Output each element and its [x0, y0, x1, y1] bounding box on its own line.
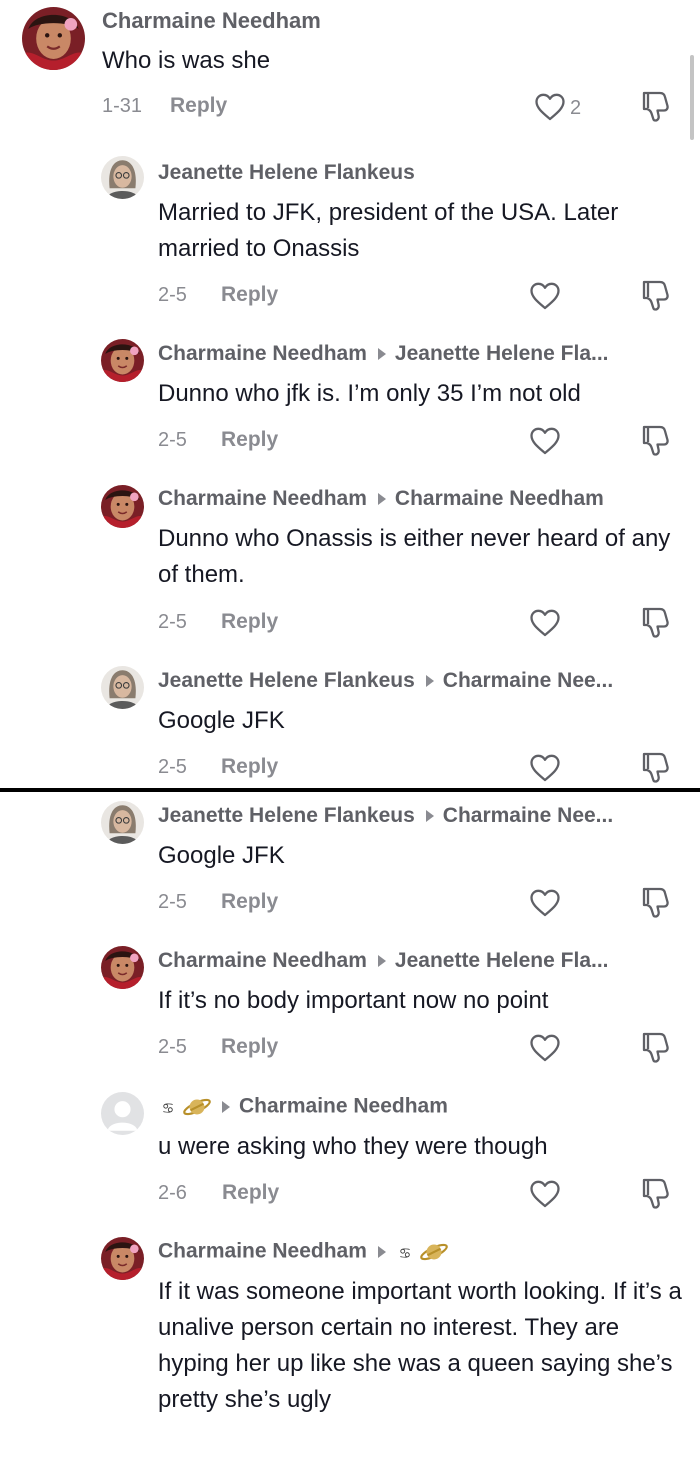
thumbs-down-outline-icon[interactable]: [639, 750, 671, 784]
heart-outline-icon[interactable]: [529, 753, 561, 783]
comment-author-row: Charmaine Needham Charmaine Needham: [158, 487, 604, 511]
thumbs-down-outline-icon[interactable]: [639, 89, 671, 123]
heart-outline-icon[interactable]: [529, 426, 561, 456]
comment-author[interactable]: Charmaine Needham: [158, 487, 367, 510]
avatar[interactable]: [101, 801, 144, 844]
avatar[interactable]: [22, 7, 85, 70]
avatar[interactable]: [101, 156, 144, 199]
heart-outline-icon[interactable]: [529, 281, 561, 311]
comment-author[interactable]: Charmaine Needham: [158, 342, 367, 365]
reply-to-name[interactable]: Jeanette Helene Fla...: [395, 949, 609, 972]
comment-author-row: Charmaine Needham Jeanette Helene Fla...: [158, 949, 609, 973]
thumbs-down-outline-icon[interactable]: [639, 1176, 671, 1210]
avatar[interactable]: [101, 485, 144, 528]
comments-panel-top: Charmaine Needham Who is was she 1-31 Re…: [0, 0, 700, 785]
reply-button[interactable]: Reply: [221, 1035, 278, 1059]
reply-button[interactable]: Reply: [221, 283, 278, 307]
ringed-planet-icon: [182, 1094, 212, 1120]
comment-date: 2-6: [158, 1182, 187, 1204]
comment-author[interactable]: Jeanette Helene Flankeus: [158, 161, 415, 184]
avatar[interactable]: [101, 1237, 144, 1280]
reply-button[interactable]: Reply: [170, 94, 227, 118]
comment-author-row: Jeanette Helene Flankeus: [158, 161, 415, 185]
heart-outline-icon[interactable]: [534, 92, 566, 122]
heart-outline-icon[interactable]: [529, 608, 561, 638]
comment-text: Who is was she: [102, 47, 271, 74]
cancer-sign-icon: [395, 1243, 415, 1263]
reply-arrow-icon: [222, 1100, 230, 1113]
comment-author-row: Charmaine Needham: [102, 8, 321, 34]
ringed-planet-icon: [419, 1239, 449, 1265]
reply-button[interactable]: Reply: [222, 1181, 279, 1205]
comment-text: Married to JFK, president of the USA. La…: [158, 199, 619, 262]
thumbs-down-outline-icon[interactable]: [639, 423, 671, 457]
comment-date: 2-5: [158, 429, 187, 451]
comment-text: Dunno who Onassis is either never heard …: [158, 525, 671, 588]
comment-date: 2-5: [158, 284, 187, 306]
comment-author-row: Charmaine Needham: [158, 1094, 448, 1120]
reply-arrow-icon: [425, 674, 434, 687]
reply-arrow-icon: [377, 954, 386, 967]
thumbs-down-outline-icon[interactable]: [639, 278, 671, 312]
reply-arrow-icon: [425, 809, 434, 822]
avatar[interactable]: [101, 1092, 144, 1135]
comment-date: 1-31: [102, 95, 143, 117]
reply-button[interactable]: Reply: [221, 890, 278, 914]
thumbs-down-outline-icon[interactable]: [639, 1030, 671, 1064]
comment-text: Google JFK: [158, 707, 285, 734]
avatar[interactable]: [101, 946, 144, 989]
reply-to-name[interactable]: [395, 1239, 453, 1265]
comment-author[interactable]: Jeanette Helene Flankeus: [158, 804, 415, 827]
reply-arrow-icon: [377, 347, 386, 360]
comment-text: Google JFK: [158, 842, 285, 869]
like-count: 2: [570, 97, 582, 119]
comment-date: 2-5: [158, 891, 187, 913]
reply-to-name[interactable]: Charmaine Nee...: [443, 804, 613, 827]
comment-author[interactable]: [158, 1094, 216, 1120]
reply-to-name[interactable]: Charmaine Needham: [239, 1095, 448, 1118]
reply-button[interactable]: Reply: [221, 610, 278, 634]
comments-panel-bottom: Jeanette Helene Flankeus Charmaine Nee...…: [0, 793, 700, 1459]
comment-date: 2-5: [158, 756, 187, 778]
cancer-sign-icon: [158, 1098, 178, 1118]
avatar[interactable]: [101, 339, 144, 382]
reply-to-name[interactable]: Jeanette Helene Fla...: [395, 342, 609, 365]
reply-button[interactable]: Reply: [221, 428, 278, 452]
avatar[interactable]: [101, 666, 144, 709]
comment-text: u were asking who they were though: [158, 1133, 548, 1160]
comment-date: 2-5: [158, 611, 187, 633]
scrollbar[interactable]: [690, 55, 694, 140]
reply-to-name[interactable]: Charmaine Needham: [395, 487, 604, 510]
comment-text: Dunno who jfk is. I’m only 35 I’m not ol…: [158, 380, 581, 407]
comment-text: If it’s no body important now no point: [158, 987, 549, 1014]
comment-author[interactable]: Jeanette Helene Flankeus: [158, 669, 415, 692]
divider-line: [0, 788, 700, 792]
heart-outline-icon[interactable]: [529, 888, 561, 918]
comment-author[interactable]: Charmaine Needham: [158, 949, 367, 972]
reply-button[interactable]: Reply: [221, 755, 278, 779]
thumbs-down-outline-icon[interactable]: [639, 605, 671, 639]
comment-author[interactable]: Charmaine Needham: [158, 1240, 367, 1263]
comment-text: If it was someone important worth lookin…: [158, 1278, 682, 1413]
heart-outline-icon[interactable]: [529, 1033, 561, 1063]
comment-date: 2-5: [158, 1036, 187, 1058]
comment-author-row: Jeanette Helene Flankeus Charmaine Nee...: [158, 669, 613, 693]
comment-author-row: Jeanette Helene Flankeus Charmaine Nee...: [158, 804, 613, 828]
comment-author-row: Charmaine Needham Jeanette Helene Fla...: [158, 342, 609, 366]
comment-author[interactable]: Charmaine Needham: [102, 8, 321, 33]
comment-author-row: Charmaine Needham: [158, 1239, 453, 1265]
reply-to-name[interactable]: Charmaine Nee...: [443, 669, 613, 692]
reply-arrow-icon: [377, 492, 386, 505]
thumbs-down-outline-icon[interactable]: [639, 885, 671, 919]
reply-arrow-icon: [377, 1245, 386, 1258]
heart-outline-icon[interactable]: [529, 1179, 561, 1209]
